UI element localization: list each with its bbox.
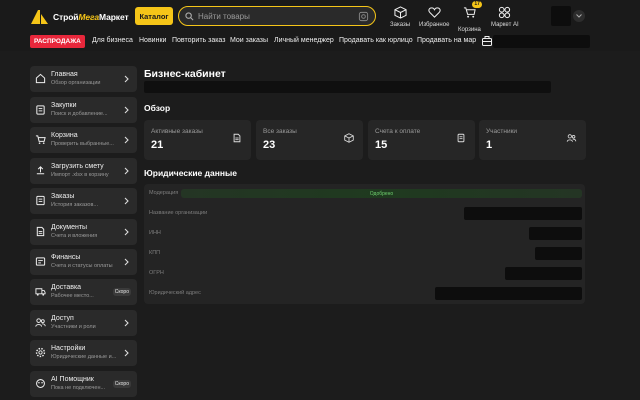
sidebar-item-settings[interactable]: Настройки Юридические данные и... [30, 340, 137, 366]
nav-item-sell-legal[interactable]: Продавать как юрлицо [339, 37, 413, 44]
title-redacted [144, 81, 551, 93]
heart-icon [428, 7, 441, 18]
header-favorites[interactable]: Избранное [419, 6, 449, 28]
logo[interactable]: СтройМегаМаркет [30, 9, 129, 25]
home-icon [35, 73, 46, 84]
cart-badge: 17 [472, 1, 482, 8]
sale-button[interactable]: РАСПРОДАЖА [30, 35, 85, 48]
header: СтройМегаМаркет Каталог Заказы Избранное… [0, 0, 640, 33]
redacted-value [435, 287, 582, 300]
document-icon [36, 226, 45, 237]
stat-card-invoices[interactable]: Счета к оплате 15 [368, 120, 475, 160]
sidebar-item-purchases[interactable]: Закупки Поиск и добавление... [30, 97, 137, 123]
sidebar-item-access[interactable]: Доступ Участники и роли [30, 310, 137, 336]
redacted-value [464, 207, 582, 220]
stat-card-members[interactable]: Участники 1 [479, 120, 586, 160]
legal-row-ogrn: ОГРН [144, 264, 585, 284]
legal-panel: Модерация Одобрено Название организации … [144, 184, 585, 304]
redacted-value [529, 227, 582, 240]
logo-text: СтройМегаМаркет [53, 12, 129, 22]
sidebar-item-upload-estimate[interactable]: Загрузить смету Импорт .xlsx в корзину [30, 158, 137, 184]
logo-icon [31, 10, 48, 24]
sidebar-item-delivery[interactable]: Доставка Рабочее место... Скоро [30, 279, 137, 305]
catalog-button[interactable]: Каталог [135, 7, 173, 25]
truck-icon [35, 288, 46, 296]
nav-item-business[interactable]: Для бизнеса [92, 37, 133, 44]
legal-row-address: Юридический адрес [144, 284, 585, 304]
soon-badge: Скоро [112, 380, 131, 388]
legal-row-kpp: КПП [144, 244, 585, 264]
box-icon [393, 6, 407, 19]
sidebar-item-cart[interactable]: Корзина Проверить выбранные... [30, 127, 137, 153]
nav-item-manager[interactable]: Личный менеджер [274, 37, 334, 44]
users-icon [566, 134, 577, 142]
chevron-right-icon [124, 167, 129, 175]
chevron-right-icon [124, 349, 129, 357]
sidebar-item-ai-assistant[interactable]: AI Помощник Пока не подключен... Скоро [30, 371, 137, 397]
header-cart[interactable]: 17 Корзина [458, 1, 482, 33]
chevron-down-icon [576, 14, 582, 18]
list-icon [36, 195, 45, 206]
ai-icon [36, 379, 45, 388]
cart-icon [35, 135, 46, 144]
legal-row-inn: ИНН [144, 224, 585, 244]
nav-item-my-orders[interactable]: Мои заказы [230, 37, 268, 44]
sidebar-item-orders[interactable]: Заказы История заказов... [30, 188, 137, 214]
account-menu-chevron[interactable] [573, 10, 585, 22]
redacted-value [505, 267, 582, 280]
finance-icon [35, 257, 46, 266]
search-icon [185, 11, 194, 20]
header-orders[interactable]: Заказы [390, 6, 410, 28]
clipboard-icon [36, 105, 45, 115]
sidebar-item-finance[interactable]: Финансы Счета и статусы оплаты [30, 249, 137, 275]
chevron-right-icon [124, 106, 129, 114]
nav-item-sell-marketplace[interactable]: Продавать на мар [417, 37, 476, 44]
legal-title: Юридические данные [144, 168, 238, 178]
top-nav: РАСПРОДАЖА Для бизнеса Новинки Повторить… [0, 33, 640, 51]
nav-item-repeat-order[interactable]: Повторить заказ [172, 37, 225, 44]
nav-redacted [493, 35, 590, 48]
redacted-value [535, 247, 582, 260]
gear-icon [35, 347, 46, 358]
chevron-right-icon [124, 75, 129, 83]
users-icon [35, 318, 46, 327]
image-search-icon[interactable] [358, 11, 369, 22]
header-ai[interactable]: Маркет AI [491, 6, 519, 28]
soon-badge: Скоро [112, 288, 131, 296]
chevron-right-icon [124, 258, 129, 266]
package-icon[interactable] [481, 35, 493, 47]
receipt-icon [457, 133, 465, 143]
legal-row-org-name: Название организации [144, 204, 585, 224]
sidebar-item-home[interactable]: Главная Обзор организации [30, 66, 137, 92]
chevron-right-icon [124, 136, 129, 144]
avatar[interactable] [551, 6, 571, 26]
chevron-right-icon [124, 197, 129, 205]
sidebar-item-documents[interactable]: Документы Счета и вложения [30, 219, 137, 245]
search-input[interactable] [198, 11, 358, 21]
upload-icon [36, 166, 45, 175]
document-icon [233, 133, 241, 143]
box-icon [344, 133, 354, 143]
stat-card-all-orders[interactable]: Все заказы 23 [256, 120, 363, 160]
moderation-status: Одобрено [181, 189, 582, 198]
page-title: Бизнес-кабинет [144, 68, 226, 80]
stat-card-active-orders[interactable]: Активные заказы 21 [144, 120, 251, 160]
chevron-right-icon [124, 319, 129, 327]
chevron-right-icon [124, 228, 129, 236]
search-box[interactable] [178, 6, 376, 26]
legal-row-moderation: Модерация Одобрено [144, 184, 585, 204]
overview-title: Обзор [144, 103, 171, 113]
nav-item-new[interactable]: Новинки [139, 37, 166, 44]
ai-icon [499, 6, 511, 19]
